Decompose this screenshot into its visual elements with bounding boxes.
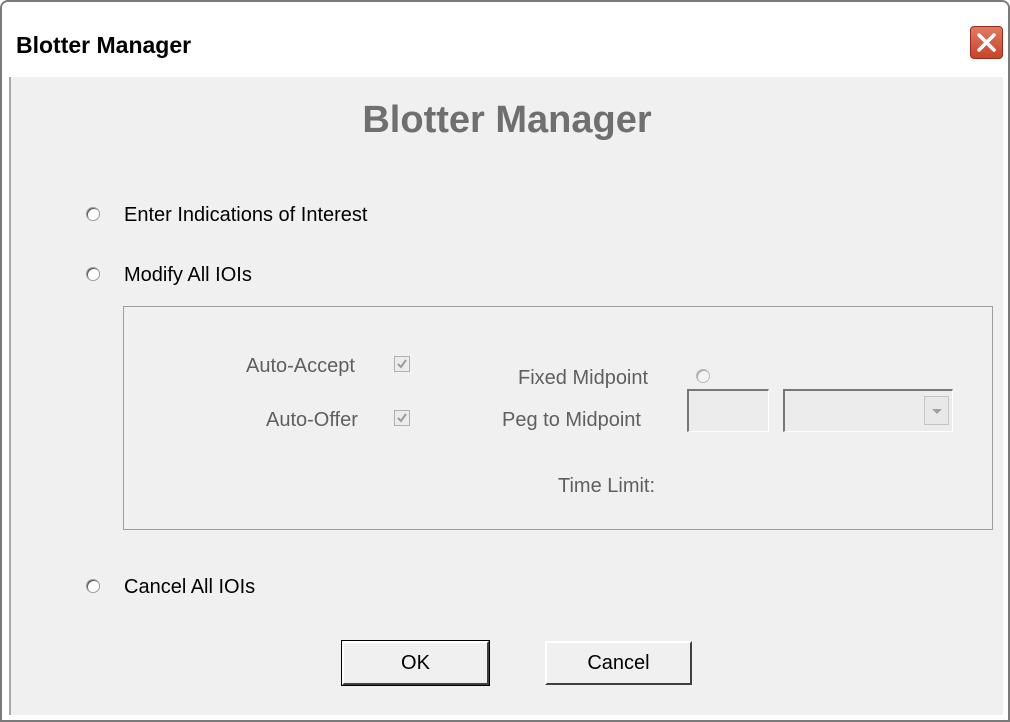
fixed-midpoint-label: Fixed Midpoint bbox=[518, 367, 649, 389]
fixed-midpoint-radio[interactable] bbox=[696, 369, 710, 383]
time-limit-unit-select[interactable] bbox=[783, 389, 953, 432]
modify-all-label[interactable]: Modify All IOIs bbox=[124, 264, 252, 287]
dialog-client-area: Blotter Manager Enter Indications of Int… bbox=[9, 77, 1003, 715]
auto-offer-label: Auto-Offer bbox=[266, 409, 358, 431]
enter-ioi-label[interactable]: Enter Indications of Interest bbox=[124, 204, 367, 227]
title-bar[interactable]: Blotter Manager bbox=[2, 2, 1008, 77]
checkmark-icon bbox=[397, 413, 407, 423]
chevron-down-icon bbox=[932, 409, 942, 414]
cancel-button[interactable]: Cancel bbox=[545, 641, 692, 685]
auto-accept-label: Auto-Accept bbox=[246, 355, 355, 377]
enter-ioi-radio[interactable] bbox=[86, 207, 100, 221]
auto-offer-checkbox[interactable] bbox=[394, 410, 410, 426]
ok-button[interactable]: OK bbox=[341, 640, 490, 686]
close-icon bbox=[977, 33, 996, 52]
dialog-window: Blotter Manager Blotter Manager Enter In… bbox=[0, 0, 1010, 722]
time-limit-label: Time Limit: bbox=[558, 475, 656, 497]
cancel-all-label[interactable]: Cancel All IOIs bbox=[124, 576, 255, 599]
close-button[interactable] bbox=[970, 26, 1003, 59]
time-limit-input[interactable] bbox=[687, 389, 769, 432]
modify-all-radio[interactable] bbox=[86, 267, 100, 281]
window-title: Blotter Manager bbox=[16, 32, 192, 58]
dropdown-arrow-button[interactable] bbox=[924, 396, 949, 425]
dialog-heading: Blotter Manager bbox=[362, 99, 652, 141]
cancel-all-radio[interactable] bbox=[86, 579, 100, 593]
auto-accept-checkbox[interactable] bbox=[394, 356, 410, 372]
checkmark-icon bbox=[397, 359, 407, 369]
peg-midpoint-label: Peg to Midpoint bbox=[502, 409, 641, 431]
